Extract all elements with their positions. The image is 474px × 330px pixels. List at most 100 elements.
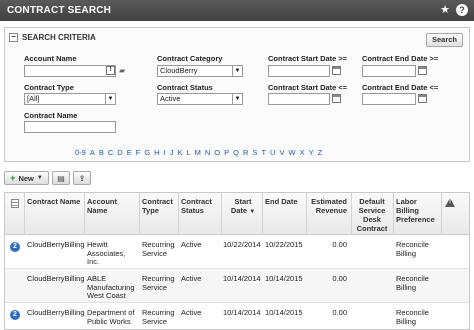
- lookup-icon[interactable]: !: [106, 66, 115, 75]
- contract-name-input[interactable]: [24, 121, 116, 133]
- col-end-date[interactable]: End Date: [265, 197, 303, 206]
- new-button[interactable]: + New ▼: [4, 171, 49, 185]
- alpha-link[interactable]: U: [270, 148, 275, 157]
- contract-start-lte-input[interactable]: [268, 93, 330, 105]
- alpha-link[interactable]: J: [170, 148, 174, 157]
- calendar-icon[interactable]: [332, 66, 341, 75]
- header-divider: [262, 193, 263, 235]
- cell-labor-billing: Reconcile Billing: [396, 274, 429, 292]
- col-estimated-revenue[interactable]: Estimated Revenue: [309, 197, 347, 215]
- new-button-label: New: [18, 173, 34, 183]
- calendar-icon[interactable]: [418, 94, 427, 103]
- contract-end-lte-label: Contract End Date <=: [362, 83, 439, 92]
- alpha-link[interactable]: G: [144, 148, 150, 157]
- contract-status-select[interactable]: Active ▼: [157, 93, 243, 105]
- cell-account-name[interactable]: Department of Public Works: [87, 308, 139, 326]
- cell-account-name[interactable]: ABLE Manufacturing West Coast: [87, 274, 139, 301]
- contract-name-label: Contract Name: [24, 111, 78, 120]
- alpha-link[interactable]: V: [279, 148, 284, 157]
- alpha-link[interactable]: T: [261, 148, 266, 157]
- window-titlebar: CONTRACT SEARCH ★ ?: [0, 0, 474, 21]
- cell-end-date: 10/14/2015: [265, 274, 303, 283]
- alpha-link[interactable]: O: [214, 148, 220, 157]
- col-labor-billing[interactable]: Labor Billing Preference: [396, 197, 440, 224]
- alpha-link[interactable]: I: [164, 148, 166, 157]
- alpha-link[interactable]: W: [288, 148, 295, 157]
- alpha-link[interactable]: E: [127, 148, 132, 157]
- alpha-link[interactable]: K: [177, 148, 182, 157]
- cell-account-name[interactable]: Hewitt Associates, Inc.: [87, 240, 139, 267]
- cell-contract-name[interactable]: CloudBerryBilling: [27, 308, 85, 318]
- window-title: CONTRACT SEARCH: [7, 5, 112, 16]
- collapse-icon[interactable]: −: [9, 33, 18, 42]
- export-button[interactable]: ⇪: [73, 171, 91, 185]
- alpha-link[interactable]: X: [300, 148, 305, 157]
- alpha-link[interactable]: R: [243, 148, 248, 157]
- alpha-link[interactable]: D: [117, 148, 122, 157]
- calendar-icon[interactable]: [332, 94, 341, 103]
- header-divider: [393, 193, 394, 235]
- cell-revenue: 0.00: [332, 240, 347, 249]
- account-name-input[interactable]: [24, 65, 116, 77]
- cell-contract-name[interactable]: CloudBerryBilling: [27, 240, 85, 250]
- col-contract-name[interactable]: Contract Name: [27, 197, 85, 206]
- alpha-link[interactable]: C: [108, 148, 113, 157]
- star-icon[interactable]: ★: [440, 4, 450, 16]
- table-row[interactable]: CloudBerryBilling ABLE Manufacturing Wes…: [5, 269, 469, 303]
- alpha-link[interactable]: P: [224, 148, 229, 157]
- alpha-link[interactable]: 0-9: [75, 148, 86, 157]
- alpha-link[interactable]: A: [90, 148, 95, 157]
- col-contract-type[interactable]: Contract Type: [142, 197, 178, 215]
- alpha-link[interactable]: L: [186, 148, 190, 157]
- table-row[interactable]: 2 CloudBerryBilling Hewitt Associates, I…: [5, 235, 469, 269]
- contract-end-lte-input[interactable]: [362, 93, 416, 105]
- col-account-name[interactable]: Account Name: [87, 197, 139, 215]
- row-count-badge[interactable]: 2: [10, 242, 20, 252]
- cell-contract-type: Recurring Service: [142, 274, 175, 292]
- alpha-link[interactable]: S: [252, 148, 257, 157]
- contract-end-gte-input[interactable]: [362, 65, 416, 77]
- calendar-icon[interactable]: [418, 66, 427, 75]
- contract-start-gte-input[interactable]: [268, 65, 330, 77]
- cell-contract-type: Recurring Service: [142, 240, 175, 258]
- alpha-link[interactable]: Y: [309, 148, 314, 157]
- contract-start-lte-label: Contract Start Date <=: [268, 83, 348, 92]
- col-start-date[interactable]: Start Date ▼: [227, 197, 259, 217]
- help-icon[interactable]: ?: [456, 4, 468, 16]
- header-divider: [351, 193, 352, 235]
- contract-category-value: CloudBerry: [160, 66, 198, 75]
- alpha-link[interactable]: Q: [233, 148, 239, 157]
- cell-end-date: 10/22/2015: [265, 240, 303, 249]
- alpha-link[interactable]: Z: [318, 148, 323, 157]
- alpha-link[interactable]: H: [154, 148, 159, 157]
- print-button[interactable]: ▤: [52, 171, 70, 185]
- cell-start-date: 10/14/2014: [223, 308, 261, 317]
- alpha-link[interactable]: B: [99, 148, 104, 157]
- header-divider: [139, 193, 140, 235]
- contract-type-label: Contract Type: [24, 83, 74, 92]
- search-criteria-panel: − SEARCH CRITERIA Search Account Name ! …: [4, 27, 470, 162]
- print-icon: ▤: [57, 173, 65, 183]
- alpha-link[interactable]: F: [136, 148, 141, 157]
- search-button[interactable]: Search: [425, 33, 463, 47]
- row-count-badge[interactable]: 2: [10, 310, 20, 320]
- cell-contract-name[interactable]: CloudBerryBilling: [27, 274, 85, 284]
- alpha-link[interactable]: N: [205, 148, 210, 157]
- header-divider: [24, 193, 25, 235]
- col-default-service-desk[interactable]: Default Service Desk Contract: [354, 197, 390, 233]
- search-criteria-title: SEARCH CRITERIA: [22, 33, 96, 42]
- col-contract-status[interactable]: Contract Status: [181, 197, 217, 215]
- alpha-link[interactable]: M: [195, 148, 201, 157]
- account-picker-icon[interactable]: ▰: [119, 67, 129, 75]
- cell-revenue: 0.00: [332, 274, 347, 283]
- cell-labor-billing: Reconcile Billing: [396, 308, 429, 326]
- cell-start-date: 10/14/2014: [223, 274, 261, 283]
- table-row[interactable]: 2 CloudBerryBilling Department of Public…: [5, 303, 469, 329]
- contract-category-select[interactable]: CloudBerry ▼: [157, 65, 243, 77]
- column-chooser-icon[interactable]: [11, 199, 19, 208]
- titlebar-icons: ★ ?: [440, 4, 468, 16]
- contract-type-select[interactable]: [All] ▼: [24, 93, 116, 105]
- cell-status: Active: [181, 240, 202, 249]
- cell-status: Active: [181, 274, 202, 283]
- plus-icon: +: [10, 173, 16, 183]
